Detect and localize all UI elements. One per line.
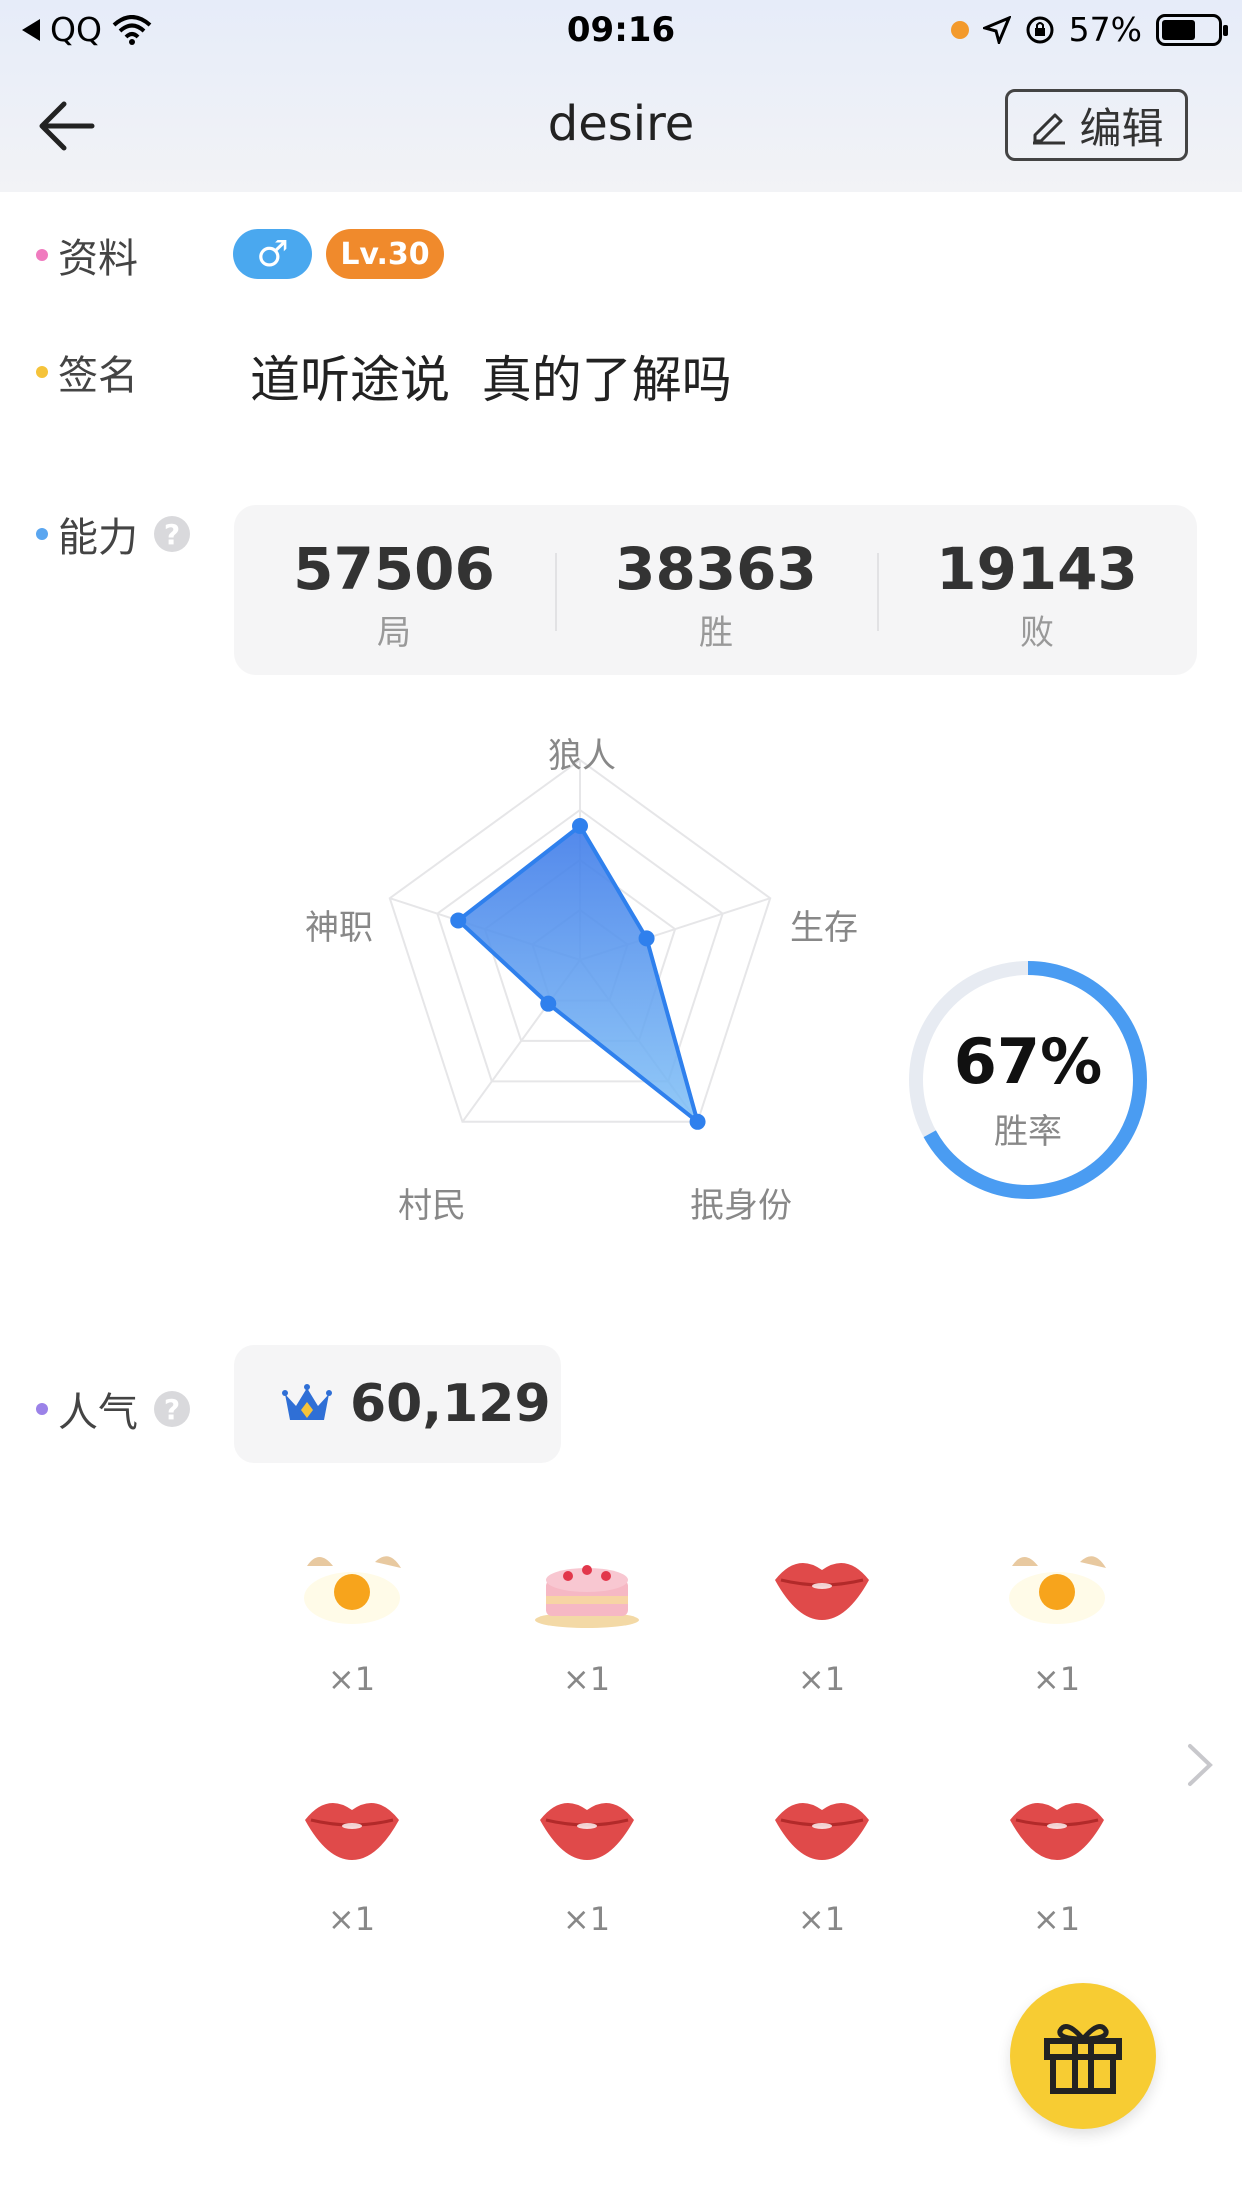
gift-item[interactable]: ×1 <box>704 1540 939 1740</box>
gift-count: ×1 <box>562 1900 611 1938</box>
stat-games: 57506 局 <box>234 535 554 654</box>
rotation-lock-icon <box>1026 16 1054 43</box>
bullet-blue <box>36 528 48 540</box>
gift-item[interactable]: ×1 <box>234 1540 469 1740</box>
gift-fab-button[interactable] <box>1010 1983 1156 2129</box>
signature-text: 道听途说 真的了解吗 <box>250 351 732 409</box>
help-icon[interactable]: ? <box>154 516 190 552</box>
lips-icon <box>774 1802 869 1860</box>
radar-label-god: 神职 <box>305 908 373 948</box>
gift-item[interactable]: ×1 <box>469 1780 704 1980</box>
radar-svg <box>388 758 772 1130</box>
lips-icon <box>1009 1802 1104 1860</box>
stat-losses-label: 败 <box>1020 613 1054 653</box>
gift-count: ×1 <box>797 1900 846 1938</box>
stat-losses-value: 19143 <box>936 535 1138 603</box>
gift-count: ×1 <box>562 1660 611 1698</box>
win-rate-value: 67% <box>953 1025 1103 1098</box>
gift-item[interactable]: ×1 <box>704 1780 939 1980</box>
ability-row-label: 能力 ? <box>36 505 190 563</box>
bullet-yellow <box>36 366 48 378</box>
location-arrow-icon <box>982 15 1011 44</box>
stats-card: 57506 局 38363 胜 19143 败 <box>234 505 1197 675</box>
gift-count: ×1 <box>1032 1900 1081 1938</box>
chevron-right-icon <box>1188 1744 1213 1786</box>
win-rate-label: 胜率 <box>994 1112 1062 1152</box>
popularity-row-label: 人气 ? <box>36 1380 190 1438</box>
profile-label: 资料 <box>58 236 138 282</box>
male-icon: ♂ <box>256 233 289 275</box>
radar-point <box>572 818 588 834</box>
crown-icon <box>282 1384 332 1420</box>
signature-label: 签名 <box>58 353 138 399</box>
popularity-label: 人气 <box>58 1390 138 1436</box>
gender-badge: ♂ <box>233 229 312 279</box>
stat-wins-label: 胜 <box>699 613 733 653</box>
radar-label-werewolf: 狼人 <box>548 736 616 776</box>
radar-label-villager: 村民 <box>398 1186 466 1226</box>
stat-games-label: 局 <box>377 613 411 653</box>
edit-label: 编辑 <box>1079 103 1164 153</box>
ability-label: 能力 <box>58 515 138 561</box>
stat-wins-value: 38363 <box>615 535 817 603</box>
lips-icon <box>539 1802 634 1860</box>
radar-label-identify: 抿身份 <box>690 1186 792 1226</box>
bullet-purple <box>36 1403 48 1415</box>
lips-icon <box>304 1802 399 1860</box>
stat-games-value: 57506 <box>293 535 495 603</box>
status-right: 57% <box>950 10 1228 49</box>
pencil-icon <box>1033 113 1066 145</box>
edit-button[interactable]: 编辑 <box>1005 89 1188 161</box>
orange-dot-icon <box>950 20 969 39</box>
battery-percent: 57% <box>1068 10 1142 49</box>
gift-item[interactable]: ×1 <box>469 1540 704 1740</box>
next-page-button[interactable] <box>1180 1740 1220 1790</box>
popularity-value: 60,129 <box>350 1374 551 1434</box>
radar-point <box>689 1113 706 1130</box>
stat-wins: 38363 胜 <box>556 535 876 654</box>
egg-icon <box>303 1556 401 1624</box>
gift-box-icon <box>1044 2024 1122 2094</box>
popularity-card: 60,129 <box>234 1345 561 1463</box>
cake-icon <box>534 1565 639 1628</box>
bullet-pink <box>36 249 48 261</box>
profile-row-label: 资料 <box>36 226 138 284</box>
gift-count: ×1 <box>1032 1660 1081 1698</box>
radar-label-survival: 生存 <box>790 908 858 948</box>
header: QQ 09:16 57% desire 编辑 <box>0 0 1242 192</box>
battery-icon <box>1156 13 1228 46</box>
signature-row-label: 签名 <box>36 343 138 401</box>
stat-losses: 19143 败 <box>877 535 1197 654</box>
gift-count: ×1 <box>327 1660 376 1698</box>
radar-point <box>540 995 557 1012</box>
ability-radar-chart: 狼人 生存 抿身份 村民 神职 <box>280 720 880 1240</box>
gift-count: ×1 <box>327 1900 376 1938</box>
gift-item[interactable]: ×1 <box>939 1540 1174 1740</box>
egg-icon <box>1008 1556 1106 1624</box>
radar-point <box>450 912 467 929</box>
lips-icon <box>774 1562 869 1620</box>
radar-point <box>638 930 655 947</box>
gift-item[interactable]: ×1 <box>939 1780 1174 1980</box>
level-badge: Lv.30 <box>326 229 444 279</box>
status-bar: QQ 09:16 57% <box>0 0 1242 62</box>
help-icon[interactable]: ? <box>154 1391 190 1427</box>
gift-count: ×1 <box>797 1660 846 1698</box>
gift-item[interactable]: ×1 <box>234 1780 469 1980</box>
